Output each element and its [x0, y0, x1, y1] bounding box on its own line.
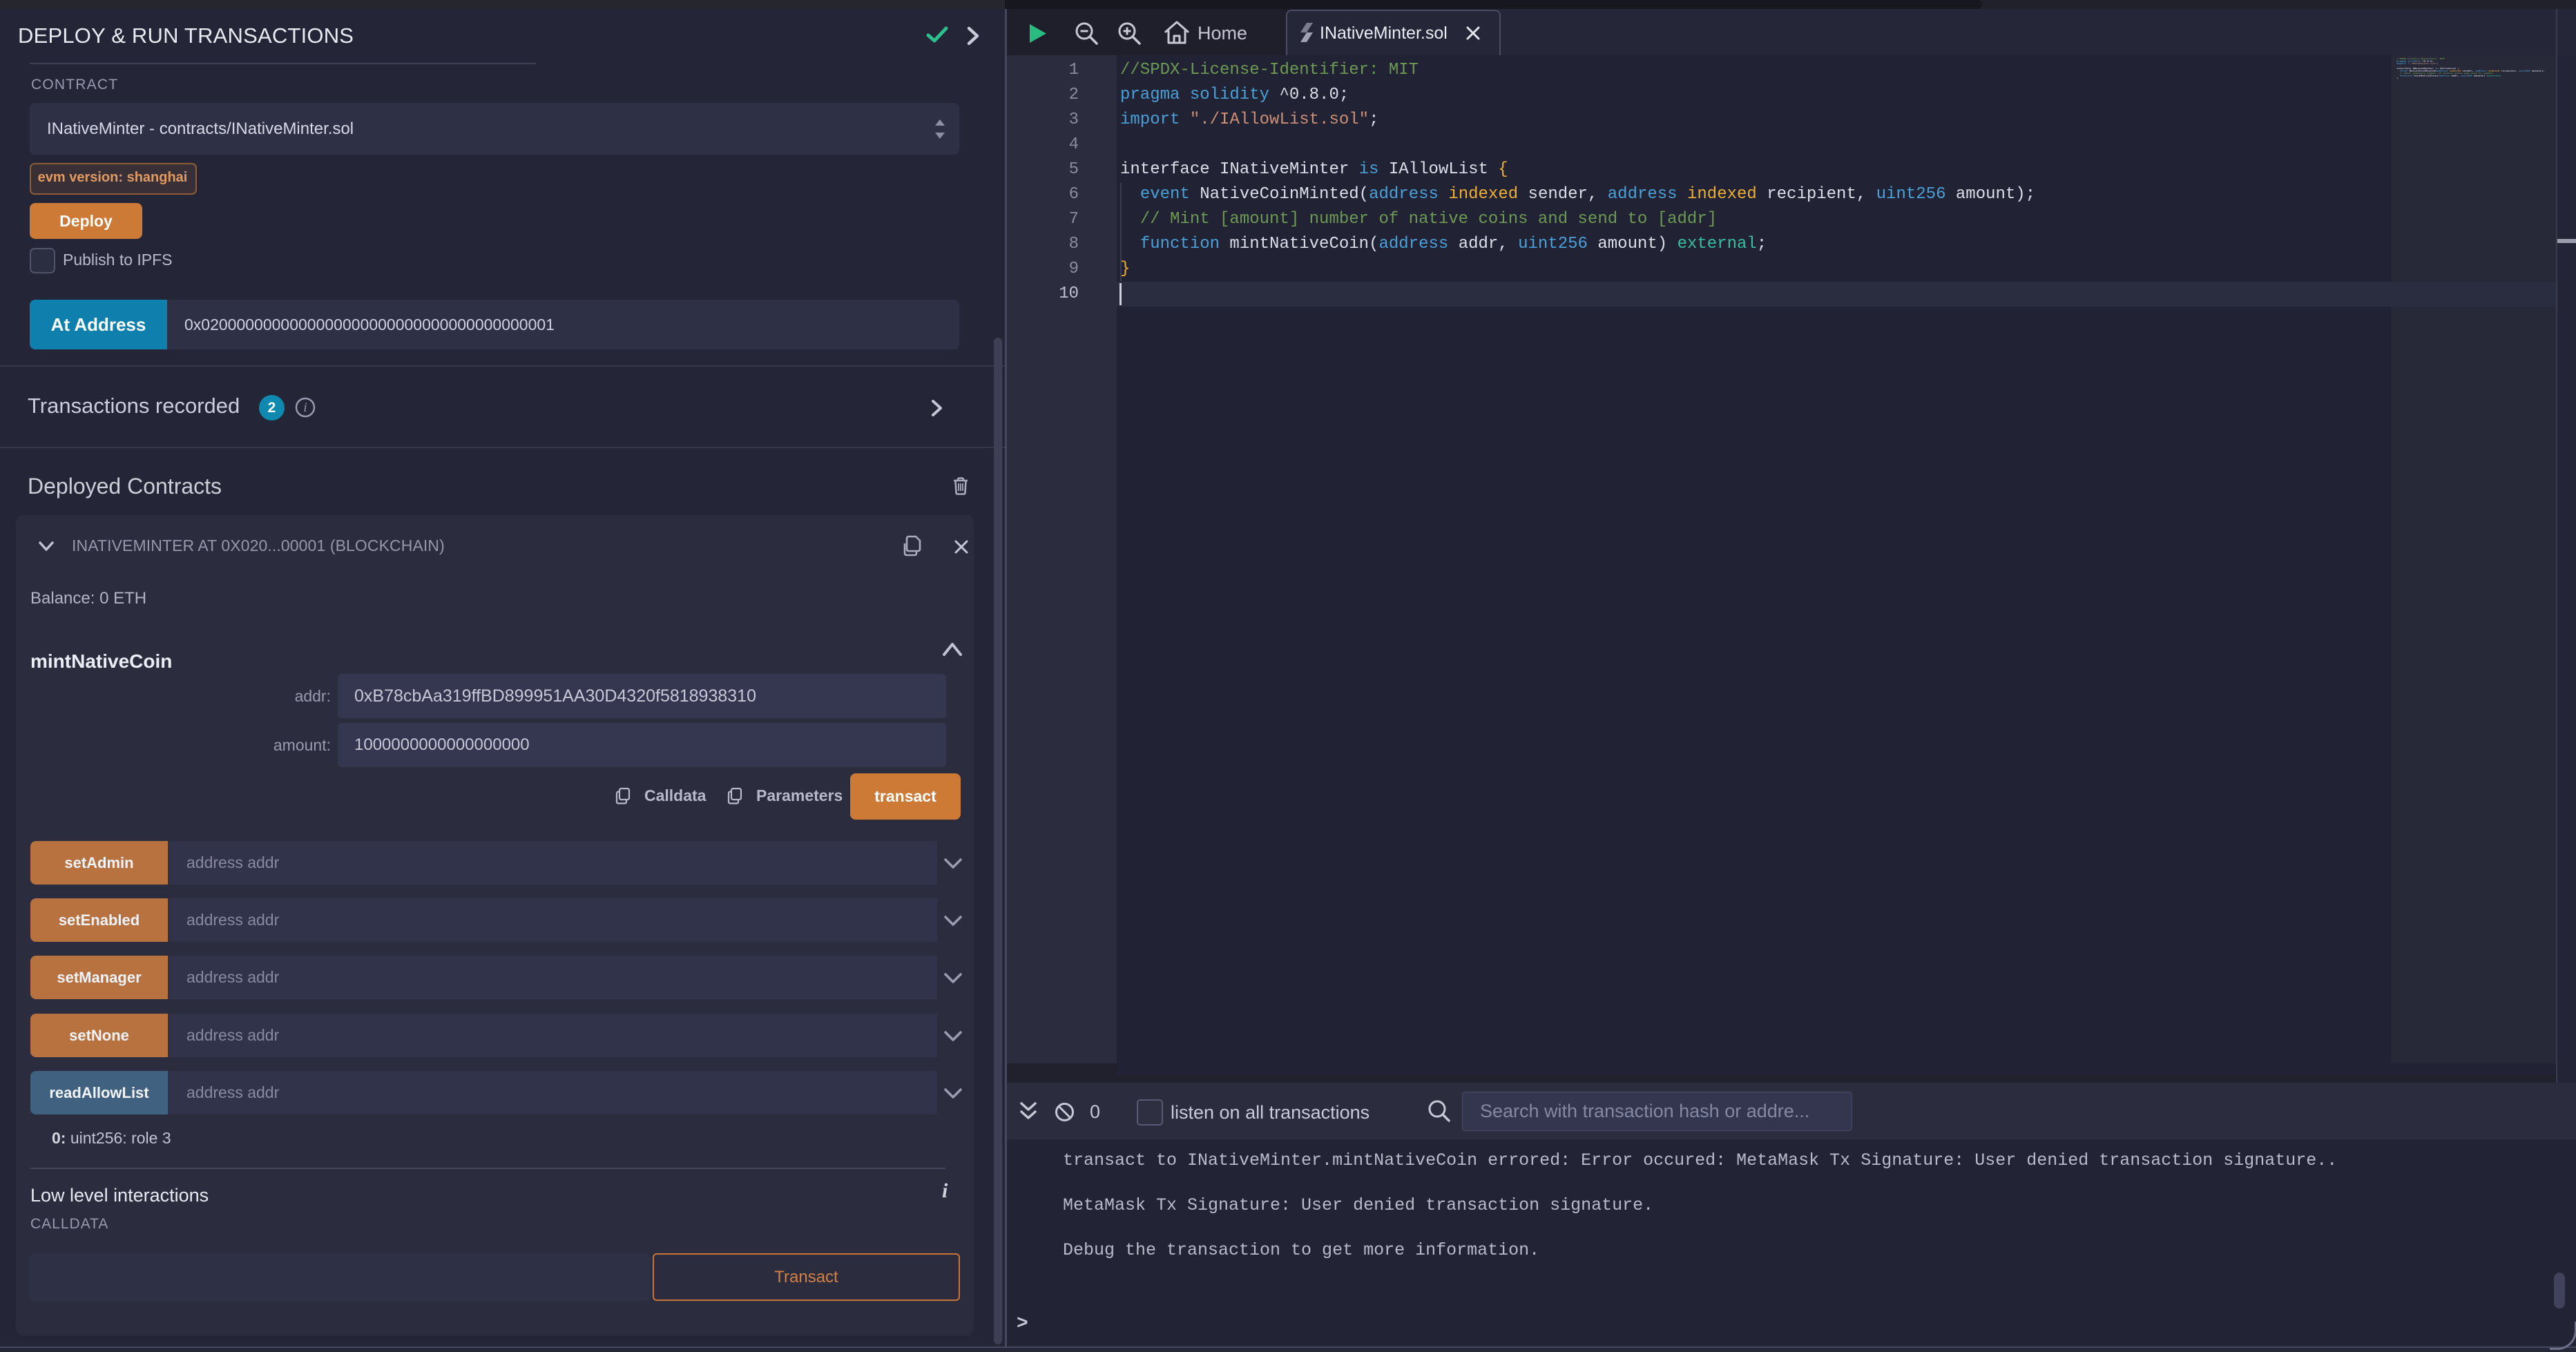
svg-text:i: i: [303, 400, 307, 415]
